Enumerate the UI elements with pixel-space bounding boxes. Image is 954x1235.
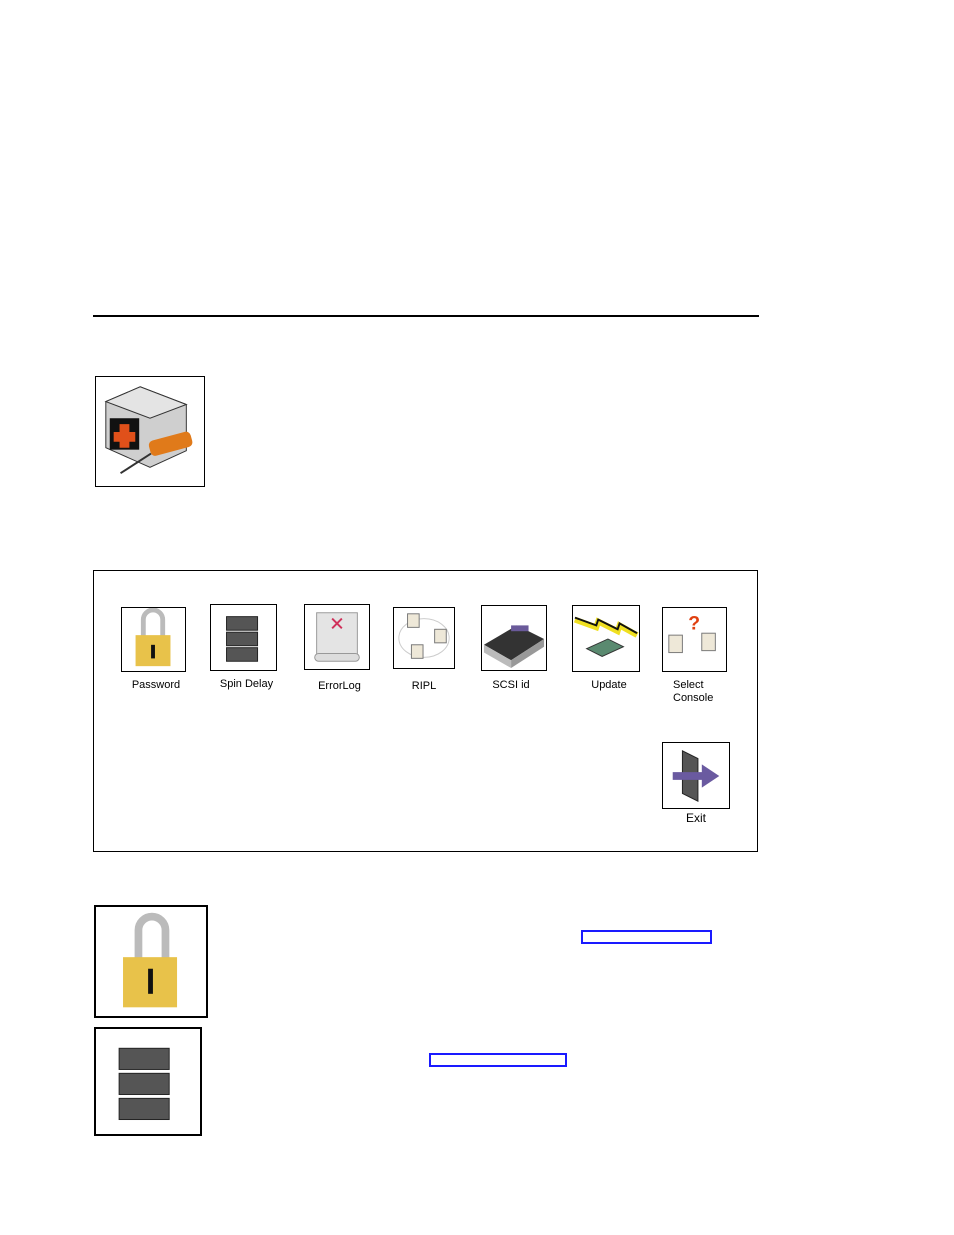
spin-delay-label: Spin Delay [219, 678, 274, 690]
config-menu-panel: Password Spin Delay ErrorLog RIPL SCSI i… [93, 570, 758, 852]
errorlog-label: ErrorLog [318, 680, 361, 692]
scsi-id-label: SCSI id [492, 679, 530, 691]
password-button[interactable] [121, 607, 186, 672]
error-log-scroll-icon [314, 612, 360, 662]
errorlog-button[interactable] [304, 604, 370, 670]
select-console-label: Select Console [673, 679, 714, 704]
spin-delay-large-icon [94, 1027, 202, 1136]
spin-delay-link[interactable] [429, 1053, 567, 1067]
section-divider [93, 315, 759, 317]
password-large-icon [94, 905, 208, 1018]
spin-delay-button[interactable] [210, 604, 277, 671]
exit-door-icon [672, 749, 720, 802]
scsi-device-icon [483, 625, 545, 669]
select-console-button[interactable]: ? [662, 607, 727, 672]
password-label: Password [131, 679, 181, 691]
scsi-id-button[interactable] [481, 605, 547, 671]
update-label: Update [591, 679, 627, 691]
server-stack-icon [226, 616, 259, 662]
padlock-icon [135, 608, 171, 667]
exit-button[interactable] [662, 742, 730, 809]
password-link[interactable] [581, 930, 712, 944]
flash-update-icon [573, 616, 639, 657]
exit-label: Exit [685, 811, 706, 825]
network-ring-icon [398, 613, 450, 659]
ripl-label: RIPL [411, 680, 437, 692]
select-console-icon: ? [668, 612, 716, 654]
svg-text:?: ? [688, 612, 700, 634]
toolbox-icon [95, 376, 205, 487]
update-button[interactable] [572, 605, 640, 672]
ripl-button[interactable] [393, 607, 455, 669]
document-page: Password Spin Delay ErrorLog RIPL SCSI i… [0, 0, 954, 1235]
